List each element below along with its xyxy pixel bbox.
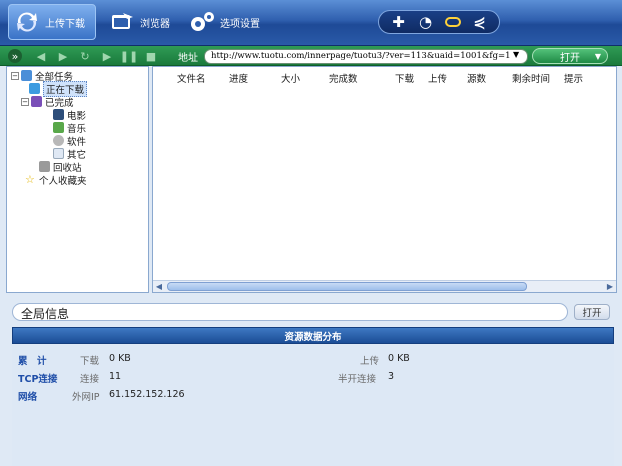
upload-label: 上传 [360,356,380,367]
music-note-icon [53,122,64,133]
gears-icon [188,8,216,36]
external-ip-label: 外网IP [72,392,100,403]
chevron-down-icon: ▼ [594,51,601,61]
column-header[interactable]: 剩余时间 [512,71,550,85]
collapse-icon[interactable]: ⋞ [469,13,491,31]
tree-item-movies[interactable]: 电影 [53,108,86,122]
browser-button[interactable]: 浏览器 [104,4,176,40]
document-icon [53,148,64,159]
pause-icon[interactable]: ❚❚ [120,49,138,63]
column-header[interactable]: 大小 [281,71,300,85]
recycle-bin-icon [39,161,50,172]
connection-value: 11 [109,371,122,382]
stat-category-network: 网络 [18,392,38,403]
column-header[interactable]: 源数 [467,71,486,85]
address-bar: » ◀ ▶ ↻ ▶ ❚❚ ■ 地址 http://www.tuotu.com/i… [0,46,622,66]
plus-icon[interactable]: ✚ [388,13,410,31]
folder-icon [21,70,32,81]
column-header[interactable]: 文件名 [177,71,206,85]
collapse-toggle[interactable]: − [21,97,29,106]
forward-icon[interactable]: ▶ [56,49,70,63]
upload-value: 0 KB [388,353,410,364]
url-dropdown-icon[interactable]: ▼ [513,50,519,59]
download-label: 下载 [80,356,100,367]
column-header[interactable]: 提示 [564,71,583,85]
star-icon: ☆ [25,173,35,186]
tree-item-other[interactable]: 其它 [53,147,86,161]
info-open-button[interactable]: 打开 [574,304,610,320]
film-icon [53,109,64,120]
main-toolbar: 上传下载 浏览器 选项设置 ✚ ◔ ⋞ [0,0,622,46]
tree-item-music[interactable]: 音乐 [53,121,86,135]
completed-icon [31,96,42,107]
play-icon[interactable]: ▶ [100,49,114,63]
upload-download-label: 上传下载 [45,18,85,30]
browser-icon [108,8,136,36]
scroll-right-icon[interactable]: ▶ [604,281,616,292]
address-label: 地址 [178,53,198,64]
scrollbar-thumb[interactable] [167,282,527,291]
transfer-arrows-icon [13,8,41,36]
options-label: 选项设置 [220,18,260,30]
horizontal-scrollbar[interactable]: ◀ ▶ [153,280,616,292]
back-icon[interactable]: ◀ [34,49,48,63]
stats-panel: 累 计 下载 0 KB 上传 0 KB TCP连接 连接 11 半开连接 3 网… [12,345,614,466]
refresh-icon[interactable]: ↻ [78,49,92,63]
tree-item-recycle-bin[interactable]: 回收站 [39,160,82,174]
half-open-value: 3 [388,371,395,382]
resource-distribution-header: 资源数据分布 [12,327,614,344]
tree-item-downloading[interactable]: 正在下载 [29,80,88,97]
column-header[interactable]: 进度 [229,71,248,85]
external-ip-value: 61.152.152.126 [109,389,185,400]
tree-item-favorites[interactable]: ☆ 个人收藏夹 [25,173,87,187]
stat-category-total: 累 计 [18,356,47,367]
download-value: 0 KB [109,353,131,364]
upload-download-button[interactable]: 上传下载 [8,4,96,40]
download-icon [29,83,40,94]
task-list-header: 文件名 进度 大小 完成数 下载 上传 源数 剩余时间 提示 [153,67,616,85]
menu-icon[interactable]: » [8,49,22,63]
task-list: 文件名 进度 大小 完成数 下载 上传 源数 剩余时间 提示 ◀ ▶ [152,66,617,293]
options-button[interactable]: 选项设置 [184,4,268,40]
disc-icon [53,135,64,146]
stop-icon[interactable]: ■ [144,49,158,63]
tree-item-software[interactable]: 软件 [53,134,86,148]
half-open-label: 半开连接 [338,374,377,385]
tree-item-completed[interactable]: − 已完成 [21,95,74,109]
category-tree: − 全部任务 正在下载 − 已完成 电影 音乐 软件 其它 回收站 ☆ 个人收藏… [6,66,149,293]
global-info-field: 全局信息 [12,303,568,321]
stat-category-tcp: TCP连接 [18,374,58,385]
browser-label: 浏览器 [140,18,170,30]
window-tools: ✚ ◔ ⋞ [378,10,500,34]
clock-icon[interactable]: ◔ [415,13,437,31]
column-header[interactable]: 下载 [395,71,414,85]
connection-label: 连接 [80,374,100,385]
url-input[interactable]: http://www.tuotu.com/innerpage/tuotu3/?v… [204,49,528,64]
column-header[interactable]: 上传 [428,71,447,85]
column-header[interactable]: 完成数 [329,71,358,85]
open-url-button[interactable]: 打开 ▼ [532,48,608,64]
collapse-toggle[interactable]: − [11,71,19,80]
open-url-label: 打开 [560,52,580,64]
minimize-icon[interactable] [442,13,464,31]
scroll-left-icon[interactable]: ◀ [153,281,165,292]
